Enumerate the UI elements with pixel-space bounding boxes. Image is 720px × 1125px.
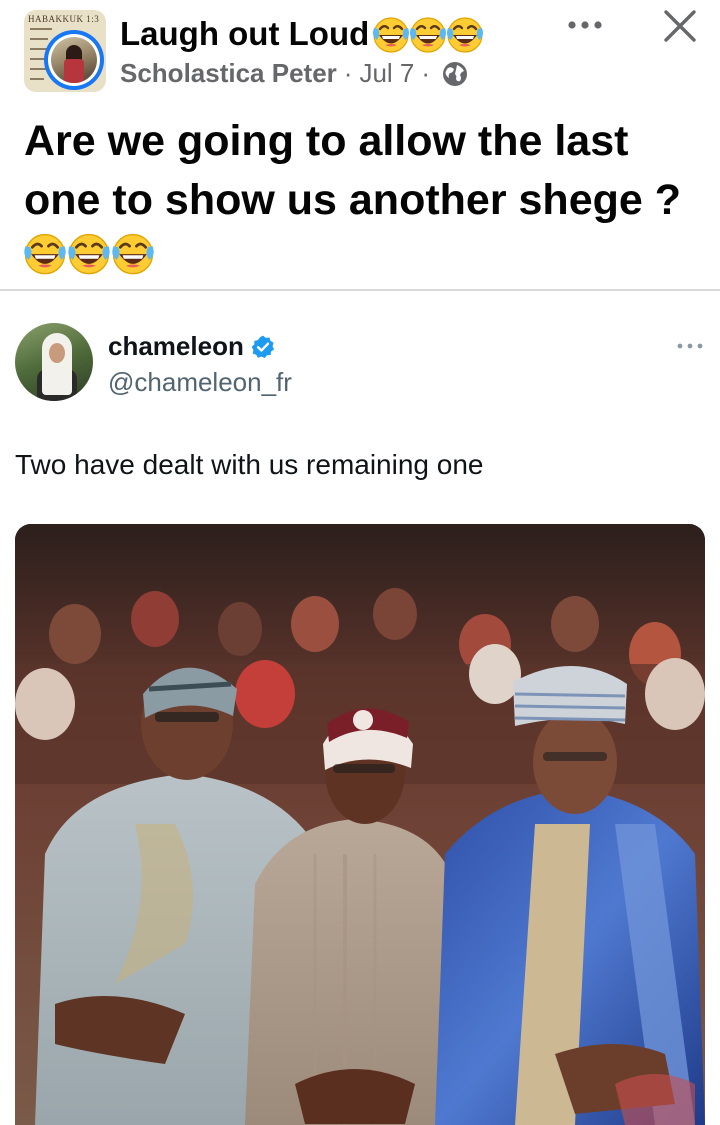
more-horizontal-icon[interactable]	[676, 339, 704, 353]
more-horizontal-icon[interactable]	[563, 10, 607, 40]
face-with-tears-of-joy-icon	[445, 14, 485, 54]
group-name[interactable]: Laugh out Loud	[120, 15, 369, 53]
post-header: HABAKKUK 1:3 Laugh out Loud Scholastica …	[0, 0, 720, 108]
tweet-text: Two have dealt with us remaining one	[15, 449, 484, 480]
group-name-row: Laugh out Loud	[120, 10, 482, 58]
separator: ·	[421, 58, 431, 88]
embedded-tweet[interactable]: chameleon @chameleon_fr Two have dealt w…	[0, 291, 720, 1125]
separator: ·	[343, 58, 353, 88]
face-with-tears-of-joy-icon	[66, 230, 112, 276]
tweet-avatar[interactable]	[15, 323, 93, 401]
author-name[interactable]: Scholastica Peter	[120, 58, 337, 89]
tweet-handle[interactable]: @chameleon_fr	[108, 367, 292, 398]
face-with-tears-of-joy-icon	[371, 14, 411, 54]
group-name-emojis	[371, 14, 482, 54]
post-date[interactable]: Jul 7	[359, 58, 414, 89]
face-with-tears-of-joy-icon	[22, 230, 68, 276]
post-caption: Are we going to allow the last one to sh…	[24, 117, 682, 224]
author-row: Scholastica Peter · Jul 7 ·	[120, 58, 469, 89]
close-icon[interactable]	[660, 6, 700, 46]
verified-badge-icon	[251, 335, 274, 358]
tweet-display-name[interactable]: chameleon	[108, 331, 244, 362]
tweet-photo[interactable]	[15, 524, 705, 1125]
caption-emojis	[22, 230, 154, 276]
tweet-name-row: chameleon	[108, 331, 276, 362]
group-avatar-text: HABAKKUK 1:3	[28, 14, 100, 24]
face-with-tears-of-joy-icon	[408, 14, 448, 54]
face-with-tears-of-joy-icon	[110, 230, 156, 276]
globe-icon	[443, 61, 468, 86]
photo-image	[15, 524, 705, 1125]
author-avatar[interactable]	[44, 30, 104, 90]
